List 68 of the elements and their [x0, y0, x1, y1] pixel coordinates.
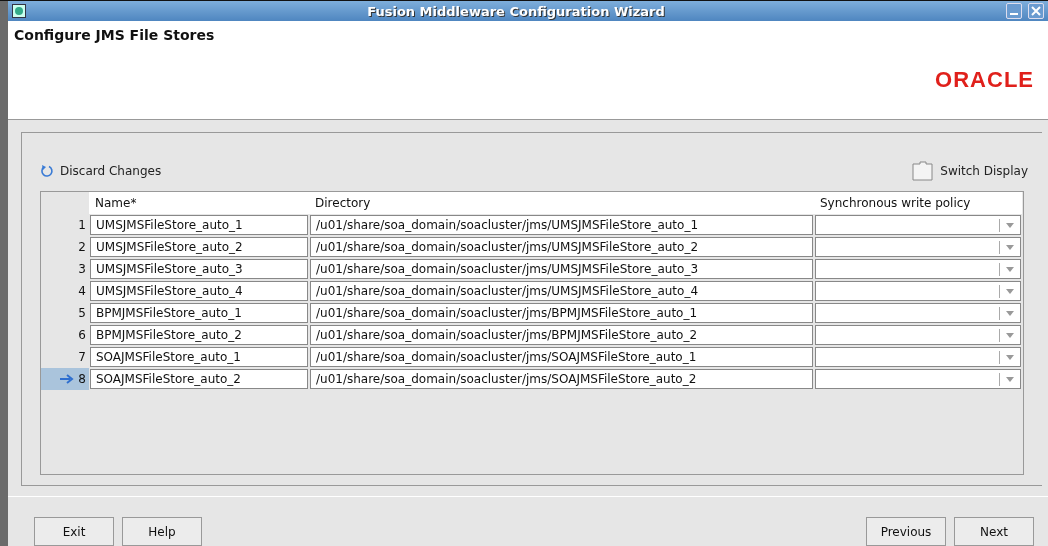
directory-cell[interactable]: /u01/share/soa_domain/soacluster/jms/UMSJMSFileStore_auto_1 — [310, 215, 813, 235]
row-number: 1 — [78, 218, 86, 232]
arrow-icon — [60, 374, 75, 384]
column-header: Synchronous write policy — [814, 192, 1022, 214]
refresh-icon — [40, 164, 54, 178]
row-number: 3 — [78, 262, 86, 276]
name-cell[interactable]: SOAJMSFileStore_auto_2 — [90, 369, 308, 389]
write-policy-dropdown[interactable] — [815, 369, 1021, 389]
column-header: Name* — [89, 192, 309, 214]
close-button[interactable] — [1028, 3, 1044, 19]
logo: ORACLE — [935, 67, 1034, 93]
row-number: 5 — [78, 306, 86, 320]
row-header[interactable]: 7 — [41, 346, 89, 368]
name-cell[interactable]: BPMJMSFileStore_auto_2 — [90, 325, 308, 345]
wizard-button[interactable]: Exit — [34, 517, 114, 546]
caret-icon — [1006, 376, 1014, 382]
name-cell[interactable]: SOAJMSFileStore_auto_1 — [90, 347, 308, 367]
caret-icon — [1006, 354, 1014, 360]
row-header[interactable]: 8 — [41, 368, 89, 390]
directory-cell[interactable]: /u01/share/soa_domain/soacluster/jms/BPMJMSFileStore_auto_1 — [310, 303, 813, 323]
name-cell[interactable]: UMSJMSFileStore_auto_2 — [90, 237, 308, 257]
directory-cell[interactable]: /u01/share/soa_domain/soacluster/jms/SOAJMSFileStore_auto_2 — [310, 369, 813, 389]
wizard-button[interactable]: Next — [954, 517, 1034, 546]
row-header[interactable]: 3 — [41, 258, 89, 280]
folder-icon — [912, 161, 935, 181]
directory-cell[interactable]: /u01/share/soa_domain/soacluster/jms/UMSJMSFileStore_auto_2 — [310, 237, 813, 257]
directory-cell[interactable]: /u01/share/soa_domain/soacluster/jms/SOAJMSFileStore_auto_1 — [310, 347, 813, 367]
row-header[interactable]: 5 — [41, 302, 89, 324]
write-policy-dropdown[interactable] — [815, 347, 1021, 367]
row-number: 6 — [78, 328, 86, 342]
column-header: Directory — [309, 192, 814, 214]
switch-display-button[interactable]: Switch Display — [912, 161, 1028, 181]
name-cell[interactable]: UMSJMSFileStore_auto_1 — [90, 215, 308, 235]
directory-cell[interactable]: /u01/share/soa_domain/soacluster/jms/UMSJMSFileStore_auto_3 — [310, 259, 813, 279]
directory-cell[interactable]: /u01/share/soa_domain/soacluster/jms/UMSJMSFileStore_auto_4 — [310, 281, 813, 301]
caret-icon — [1006, 222, 1014, 228]
write-policy-dropdown[interactable] — [815, 259, 1021, 279]
app-icon — [12, 4, 26, 18]
write-policy-dropdown[interactable] — [815, 237, 1021, 257]
write-policy-dropdown[interactable] — [815, 215, 1021, 235]
caret-icon — [1006, 266, 1014, 272]
close-icon — [1031, 6, 1041, 16]
name-cell[interactable]: UMSJMSFileStore_auto_4 — [90, 281, 308, 301]
row-number: 2 — [78, 240, 86, 254]
row-number: 4 — [78, 284, 86, 298]
name-cell[interactable]: UMSJMSFileStore_auto_3 — [90, 259, 308, 279]
write-policy-dropdown[interactable] — [815, 325, 1021, 345]
window-title: Fusion Middleware Configuration Wizard — [366, 3, 666, 19]
row-header[interactable]: 2 — [41, 236, 89, 258]
row-header[interactable]: 4 — [41, 280, 89, 302]
row-header[interactable]: 6 — [41, 324, 89, 346]
minimize-icon — [1010, 13, 1018, 15]
row-number: 7 — [78, 350, 86, 364]
caret-icon — [1006, 288, 1014, 294]
name-cell[interactable]: BPMJMSFileStore_auto_1 — [90, 303, 308, 323]
discard-changes-button[interactable]: Discard Changes — [40, 164, 162, 178]
wizard-button[interactable]: Previous — [866, 517, 946, 546]
row-header[interactable]: 1 — [41, 214, 89, 236]
wizard-button[interactable]: Help — [122, 517, 202, 546]
caret-icon — [1006, 310, 1014, 316]
caret-icon — [1006, 244, 1014, 250]
page-title: Configure JMS File Stores — [14, 27, 215, 45]
minimize-button[interactable] — [1006, 3, 1022, 19]
directory-cell[interactable]: /u01/share/soa_domain/soacluster/jms/BPMJMSFileStore_auto_2 — [310, 325, 813, 345]
write-policy-dropdown[interactable] — [815, 303, 1021, 323]
caret-icon — [1006, 332, 1014, 338]
write-policy-dropdown[interactable] — [815, 281, 1021, 301]
row-number: 8 — [78, 372, 86, 386]
